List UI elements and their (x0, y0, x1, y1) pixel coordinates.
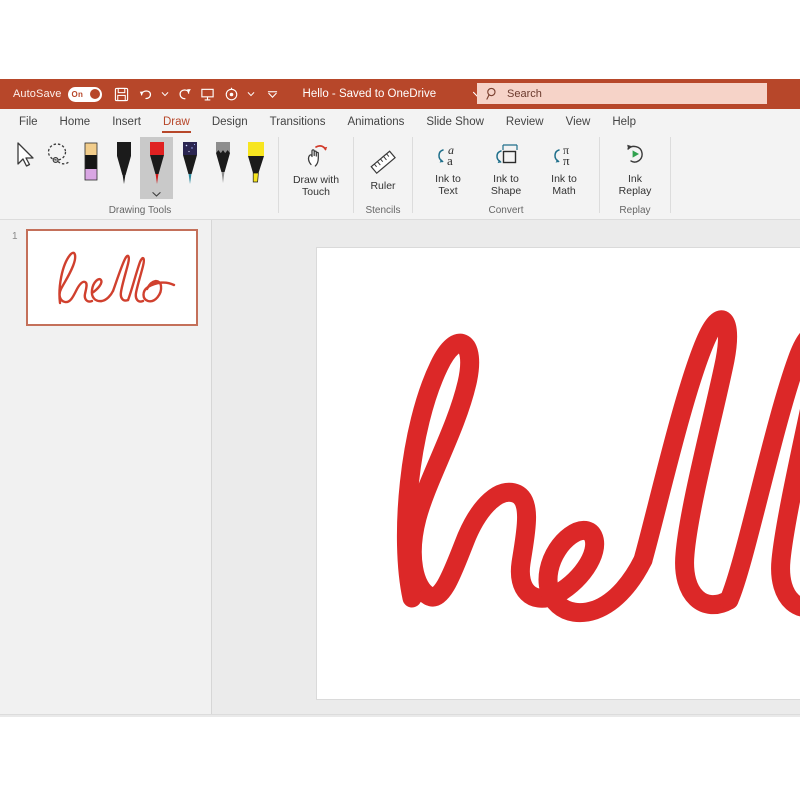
slide-thumbnail-ink (28, 231, 196, 324)
tab-help[interactable]: Help (601, 116, 647, 133)
document-title: Hello - Saved to OneDrive (303, 88, 437, 100)
pencil-tool[interactable] (206, 137, 239, 199)
customize-quick-access-button[interactable] (265, 82, 281, 106)
pen-galaxy-icon (179, 139, 201, 191)
ruler-label: Ruler (370, 180, 395, 193)
ribbon-group-stencils: Ruler Stencils (354, 133, 412, 219)
ink-to-text-button[interactable]: a a Ink to Text (419, 139, 477, 198)
ink-replay-button[interactable]: Ink Replay (606, 139, 664, 198)
ribbon-group-label-drawing-tools: Drawing Tools (109, 203, 172, 219)
redo-icon (176, 86, 192, 102)
redo-button[interactable] (173, 82, 195, 106)
ink-replay-label: Ink Replay (619, 173, 652, 198)
slide-thumbnail-1[interactable] (26, 229, 198, 326)
start-presentation-icon (200, 87, 215, 102)
status-bar (0, 714, 800, 717)
chevron-down-bar-icon (267, 89, 278, 100)
eraser-icon (80, 139, 102, 185)
ink-to-math-label: Ink to Math (551, 173, 577, 198)
svg-text:a: a (447, 153, 453, 168)
pen-red-icon (146, 139, 168, 191)
ink-to-shape-button[interactable]: Ink to Shape (477, 139, 535, 198)
pen-black-icon (113, 139, 135, 191)
save-icon (114, 87, 129, 102)
draw-with-touch-label: Draw with Touch (293, 174, 339, 199)
touch-mode-icon (224, 87, 239, 102)
search-placeholder: Search (507, 88, 542, 100)
autosave-state-label: On (72, 90, 84, 99)
lasso-select-tool[interactable] (41, 137, 74, 199)
ribbon-separator (670, 137, 671, 213)
search-input[interactable]: Search (477, 83, 767, 104)
ink-to-text-label: Ink to Text (435, 173, 461, 198)
quick-access-toolbar (111, 82, 281, 106)
pen-red-dropdown-chevron[interactable] (140, 191, 173, 198)
ribbon-group-replay: Ink Replay Replay (600, 133, 670, 219)
slide-ink-drawing (317, 248, 800, 699)
slide-canvas[interactable] (316, 247, 800, 700)
slide-thumbnail-row: 1 (0, 229, 211, 326)
ruler-button[interactable]: Ruler (360, 144, 406, 193)
ink-to-math-icon: π π (548, 142, 580, 170)
autosave-label: AutoSave (13, 88, 62, 100)
chevron-down-icon (247, 90, 255, 98)
ribbon-group-draw-with-touch: Draw with Touch (279, 133, 353, 219)
ink-to-shape-label: Ink to Shape (491, 173, 521, 198)
ink-to-text-icon: a a (432, 142, 464, 170)
pencil-icon (212, 139, 234, 191)
chevron-down-icon (161, 90, 169, 98)
pen-black-tool[interactable] (107, 137, 140, 199)
tab-view[interactable]: View (555, 116, 602, 133)
chevron-down-icon (152, 191, 161, 198)
undo-button[interactable] (135, 82, 157, 106)
eraser-tool[interactable] (74, 137, 107, 199)
ribbon-group-convert: a a Ink to Text (413, 133, 599, 219)
tab-review[interactable]: Review (495, 116, 555, 133)
lasso-select-icon (42, 139, 74, 171)
ribbon-group-drawing-tools: Drawing Tools (0, 133, 278, 219)
undo-dropdown-chevron[interactable] (159, 82, 171, 106)
pen-red-tool[interactable] (140, 137, 173, 199)
ribbon-group-label-stencils: Stencils (365, 203, 400, 219)
ink-to-math-button[interactable]: π π Ink to Math (535, 139, 593, 198)
ribbon-tab-bar: File Home Insert Draw Design Transitions… (0, 109, 800, 133)
slide-thumbnail-panel[interactable]: 1 (0, 220, 212, 714)
title-bar: AutoSave On (0, 79, 800, 109)
undo-icon (138, 86, 154, 102)
tab-design[interactable]: Design (201, 116, 259, 133)
draw-with-touch-button[interactable]: Draw with Touch (285, 138, 347, 199)
autosave-toggle-knob (90, 89, 100, 99)
autosave-toggle[interactable]: On (68, 87, 102, 102)
touch-mode-chevron[interactable] (245, 82, 257, 106)
slide-number-label: 1 (12, 229, 26, 242)
slide-canvas-area (212, 220, 800, 714)
search-icon (486, 87, 499, 100)
tab-animations[interactable]: Animations (336, 116, 415, 133)
ink-to-shape-icon (490, 142, 522, 170)
pointer-arrow-icon (10, 139, 40, 171)
ribbon-group-label-replay: Replay (619, 203, 650, 219)
ink-replay-icon (620, 142, 650, 170)
start-presentation-button[interactable] (197, 82, 219, 106)
draw-with-touch-icon (301, 141, 331, 171)
tab-transitions[interactable]: Transitions (259, 116, 337, 133)
select-pointer-tool[interactable] (8, 137, 41, 199)
highlighter-icon (244, 139, 268, 191)
work-area: 1 (0, 220, 800, 714)
save-button[interactable] (111, 82, 133, 106)
ribbon: Drawing Tools Draw with Touch (0, 133, 800, 220)
tab-slide-show[interactable]: Slide Show (415, 116, 495, 133)
tab-file[interactable]: File (8, 116, 49, 133)
tab-draw[interactable]: Draw (152, 116, 201, 133)
powerpoint-window: AutoSave On (0, 79, 800, 717)
tab-insert[interactable]: Insert (101, 116, 152, 133)
ribbon-group-label-convert: Convert (488, 203, 523, 219)
ruler-icon (368, 147, 398, 177)
pen-galaxy-tool[interactable] (173, 137, 206, 199)
svg-text:π: π (563, 153, 570, 168)
touch-mode-button[interactable] (221, 82, 243, 106)
tab-home[interactable]: Home (49, 116, 102, 133)
highlighter-tool[interactable] (239, 137, 272, 199)
